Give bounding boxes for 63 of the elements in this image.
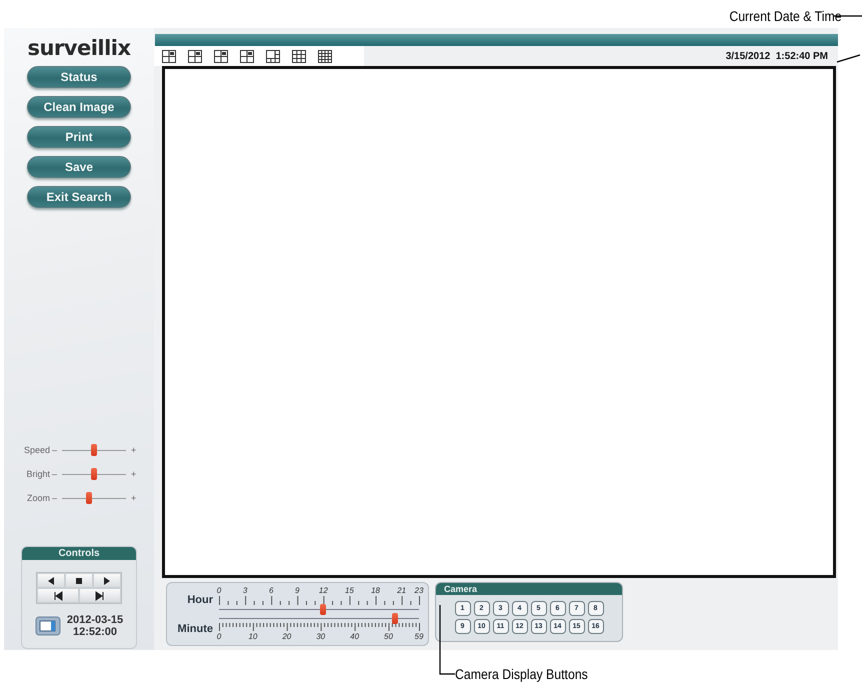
time-slider-thumb[interactable] bbox=[320, 604, 326, 614]
layout-grid-icon[interactable] bbox=[214, 50, 228, 62]
layout-grid-icon[interactable] bbox=[240, 50, 254, 62]
back-icon bbox=[46, 576, 56, 586]
skip-back-button[interactable] bbox=[37, 588, 79, 603]
panel-title: Controls bbox=[22, 547, 136, 560]
play-icon bbox=[102, 576, 112, 586]
tick-label: 9 bbox=[295, 586, 300, 594]
timeline-label: Minute bbox=[176, 622, 213, 634]
tick-label: 30 bbox=[316, 632, 326, 640]
sidebar-button[interactable]: Print bbox=[27, 126, 131, 148]
tick-label: 18 bbox=[371, 586, 380, 594]
layout-grid-icon[interactable] bbox=[188, 50, 202, 62]
tick-label: 0 bbox=[216, 632, 222, 640]
date-time: 3/15/2012 1:52:40 PM bbox=[726, 50, 828, 62]
annotation-label: Current Date & Time bbox=[730, 8, 842, 24]
plus-sign: + bbox=[131, 445, 136, 455]
skip-forward-button[interactable] bbox=[79, 588, 121, 603]
slider-thumb[interactable] bbox=[91, 444, 98, 456]
tick-label: 15 bbox=[344, 586, 354, 594]
stop-button[interactable] bbox=[65, 573, 93, 588]
sidebar-button[interactable]: Status bbox=[27, 66, 131, 88]
sidebar-button[interactable]: Clean Image bbox=[27, 96, 131, 118]
tick-label: 6 bbox=[268, 586, 274, 594]
slider-label: Bright bbox=[25, 469, 50, 479]
minus-sign: – bbox=[52, 445, 58, 455]
plus-sign: + bbox=[131, 469, 136, 479]
time-slider-thumb[interactable] bbox=[392, 612, 398, 624]
tick-label: 40 bbox=[350, 632, 360, 640]
minus-sign: – bbox=[52, 493, 58, 503]
slider-label: Zoom bbox=[26, 493, 50, 503]
layout-grid-icon[interactable] bbox=[162, 50, 176, 62]
sidebar-button[interactable]: Save bbox=[27, 156, 131, 178]
stop-icon bbox=[74, 576, 84, 586]
play-button[interactable] bbox=[93, 573, 121, 588]
slider-thumb[interactable] bbox=[86, 492, 92, 504]
calendar-icon[interactable] bbox=[34, 616, 61, 636]
tick-label: 23 bbox=[414, 586, 424, 594]
slider-label: Speed bbox=[22, 445, 50, 455]
sidebar-button[interactable]: Exit Search bbox=[27, 186, 131, 208]
tick-label: 20 bbox=[282, 632, 292, 640]
time-text: 12:52:00 bbox=[72, 626, 118, 638]
timeline-label: Hour bbox=[186, 594, 213, 606]
skip-back-icon bbox=[53, 590, 63, 600]
tick-label: 50 bbox=[384, 632, 393, 640]
plus-sign: + bbox=[131, 493, 136, 503]
panel-title: Camera bbox=[436, 583, 622, 595]
tick-label: 59 bbox=[414, 632, 424, 640]
tick-label: 10 bbox=[248, 632, 258, 640]
tick-label: 12 bbox=[318, 586, 328, 594]
date-text: 2012-03-15 bbox=[66, 614, 124, 626]
skip-forward-icon bbox=[95, 590, 105, 600]
layout-grid-icon[interactable] bbox=[292, 50, 306, 62]
annotation-label: Camera Display Buttons bbox=[455, 666, 588, 682]
minus-sign: – bbox=[52, 469, 58, 479]
tick-label: 3 bbox=[242, 586, 248, 594]
slider-thumb[interactable] bbox=[91, 468, 98, 480]
layout-grid-icon[interactable] bbox=[266, 50, 280, 62]
tick-label: 21 bbox=[397, 586, 406, 594]
layout-grid-icon[interactable] bbox=[318, 50, 332, 62]
logo: surveillix bbox=[27, 35, 131, 60]
back-button[interactable] bbox=[37, 573, 65, 588]
tick-label: 0 bbox=[216, 586, 222, 594]
